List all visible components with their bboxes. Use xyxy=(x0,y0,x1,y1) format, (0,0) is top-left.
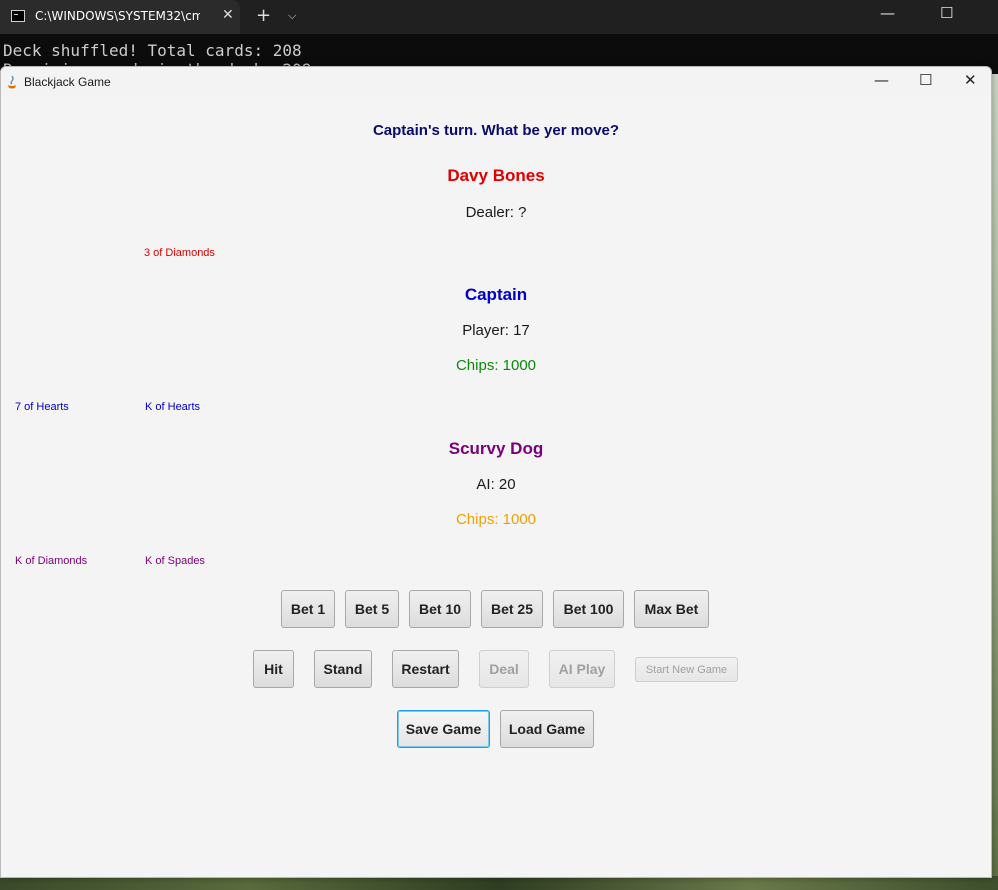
stand-button[interactable]: Stand xyxy=(314,650,372,688)
dealer-name: Davy Bones xyxy=(447,166,545,185)
ai-score: AI: 20 xyxy=(476,476,516,493)
terminal-icon xyxy=(11,10,25,22)
desktop-background xyxy=(0,876,998,890)
terminal-tab-title: C:\WINDOWS\SYSTEM32\cmd xyxy=(35,9,200,23)
window-title: Blackjack Game xyxy=(24,75,111,89)
restart-button[interactable]: Restart xyxy=(392,650,459,688)
bet-10-button[interactable]: Bet 10 xyxy=(409,590,471,628)
ai-play-button[interactable]: AI Play xyxy=(549,650,615,688)
save-game-button[interactable]: Save Game xyxy=(397,710,490,748)
player-chips: Chips: 1000 xyxy=(455,357,537,374)
dealer-score: Dealer: ? xyxy=(465,204,527,221)
bet-1-button[interactable]: Bet 1 xyxy=(281,590,335,628)
close-icon[interactable]: ✕ xyxy=(964,71,977,89)
blackjack-window: Blackjack Game — ☐ ✕ Captain's turn. Wha… xyxy=(0,66,992,878)
java-icon xyxy=(8,75,16,89)
player-score: Player: 17 xyxy=(462,322,530,339)
ai-name: Scurvy Dog xyxy=(448,439,544,458)
bet-25-button[interactable]: Bet 25 xyxy=(481,590,543,628)
window-title-bar[interactable]: Blackjack Game — ☐ ✕ xyxy=(1,67,991,97)
load-game-button[interactable]: Load Game xyxy=(500,710,594,748)
minimize-icon[interactable]: — xyxy=(880,4,895,22)
status-message: Captain's turn. What be yer move? xyxy=(372,122,620,139)
ai-card: K of Spades xyxy=(145,555,205,567)
close-tab-icon[interactable]: ✕ xyxy=(222,7,234,23)
terminal-line: Deck shuffled! Total cards: 208 xyxy=(3,41,302,60)
player-card: 7 of Hearts xyxy=(15,401,69,413)
bet-5-button[interactable]: Bet 5 xyxy=(345,590,399,628)
ai-card: K of Diamonds xyxy=(15,555,88,567)
maximize-icon[interactable]: ☐ xyxy=(940,4,953,22)
player-name: Captain xyxy=(464,285,528,304)
bet-100-button[interactable]: Bet 100 xyxy=(553,590,624,628)
terminal-tab[interactable]: C:\WINDOWS\SYSTEM32\cmd ✕ xyxy=(0,0,240,34)
maximize-icon[interactable]: ☐ xyxy=(919,71,932,89)
chevron-down-icon[interactable]: ⌵ xyxy=(288,9,296,23)
terminal-tab-bar: C:\WINDOWS\SYSTEM32\cmd ✕ + ⌵ — ☐ xyxy=(0,0,998,34)
deal-button[interactable]: Deal xyxy=(479,650,529,688)
ai-chips: Chips: 1000 xyxy=(455,511,537,528)
player-card: K of Hearts xyxy=(145,401,201,413)
hit-button[interactable]: Hit xyxy=(253,650,294,688)
new-tab-icon[interactable]: + xyxy=(256,5,271,26)
minimize-icon[interactable]: — xyxy=(874,71,889,89)
desktop-background xyxy=(992,74,998,890)
dealer-card: 3 of Diamonds xyxy=(144,247,215,259)
max-bet-button[interactable]: Max Bet xyxy=(634,590,709,628)
start-new-game-button[interactable]: Start New Game xyxy=(635,657,738,682)
